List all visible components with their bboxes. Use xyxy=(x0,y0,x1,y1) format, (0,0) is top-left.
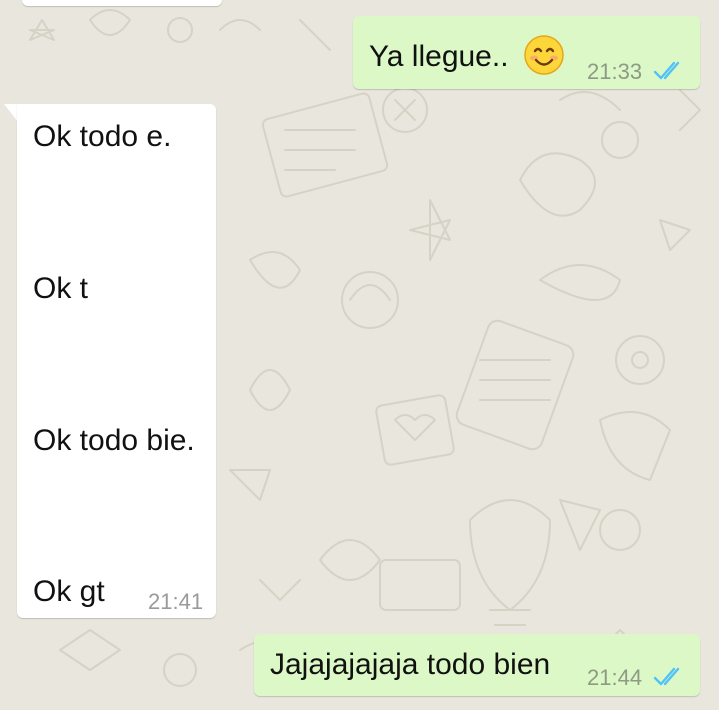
read-double-check-icon xyxy=(653,667,680,686)
message-timestamp: 21:44 xyxy=(587,665,643,690)
message-line: Ok t xyxy=(33,272,89,305)
message-timestamp: 21:41 xyxy=(148,589,204,614)
message-bubble-outgoing[interactable]: Jajajajajaja todo bien 21:44 xyxy=(254,634,700,696)
incoming-bubble-tail xyxy=(4,104,18,122)
smiling-face-icon xyxy=(524,35,564,75)
read-double-check-icon xyxy=(653,61,680,80)
message-line: Ok todo e. xyxy=(33,120,172,153)
message-timestamp: 21:33 xyxy=(587,59,643,84)
message-line: Ok todo bie. xyxy=(33,424,195,457)
message-text: Jajajajajaja todo bien xyxy=(270,648,551,681)
message-line: Ok gt xyxy=(33,575,105,608)
message-bubble-outgoing[interactable]: Ya llegue.. 21:33 xyxy=(353,16,700,89)
message-bubble-incoming[interactable]: Ok todo e. Ok t Ok todo bie. Ok gt 21:41 xyxy=(17,104,216,618)
previous-message-edge xyxy=(22,0,222,6)
message-text: Ya llegue.. xyxy=(369,40,509,73)
